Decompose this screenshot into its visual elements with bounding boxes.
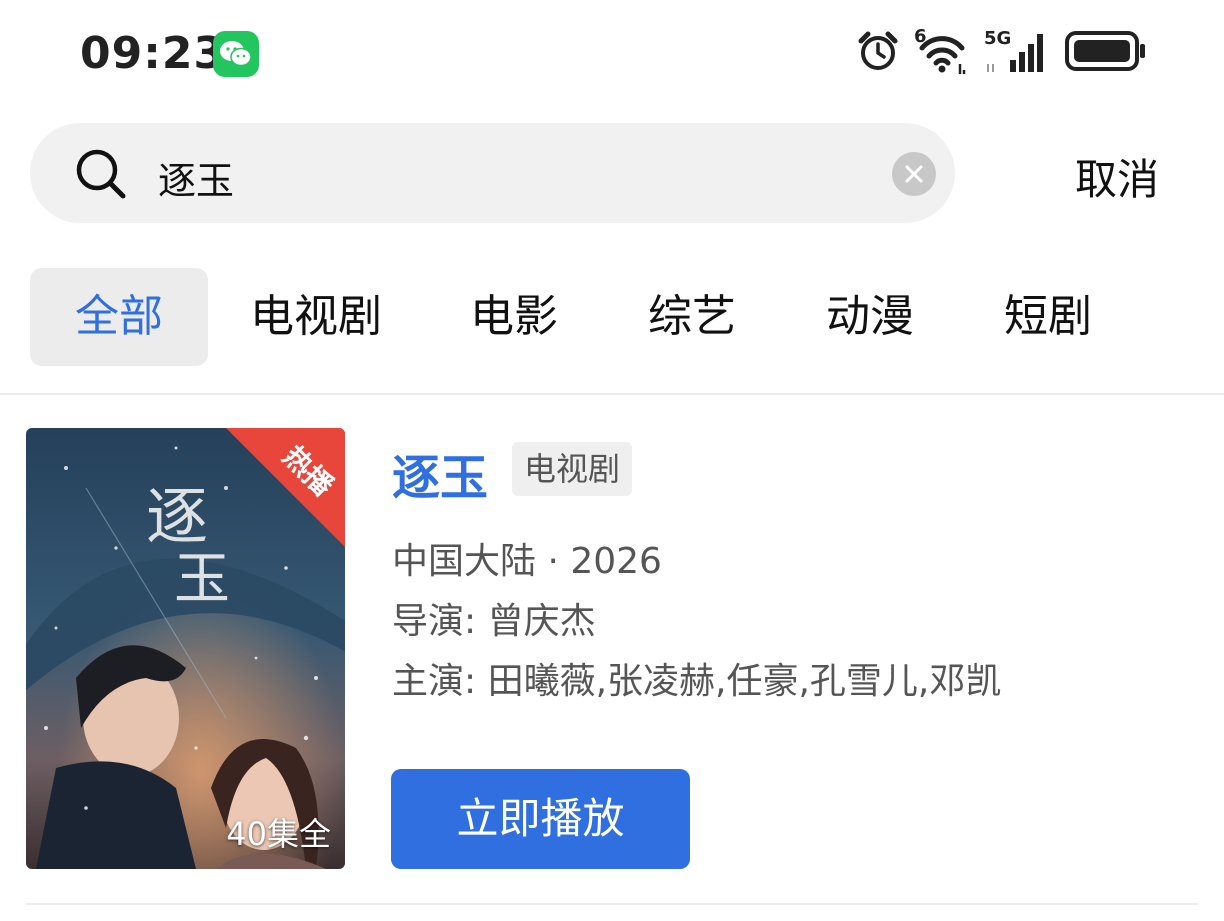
director: 导演: 曾庆杰	[392, 601, 596, 642]
divider	[26, 903, 1198, 905]
cancel-button[interactable]: 取消	[1075, 146, 1159, 207]
wifi-icon: 6	[914, 26, 970, 76]
tab-tv-series[interactable]: 电视剧	[230, 268, 402, 366]
tab-all[interactable]: 全部	[30, 268, 208, 366]
poster-title-art: 逐	[146, 480, 208, 553]
search-input[interactable]: 逐玉	[30, 123, 955, 223]
battery-icon	[1064, 30, 1148, 76]
tab-variety[interactable]: 综艺	[632, 268, 752, 366]
close-icon	[905, 165, 923, 183]
tab-anime[interactable]: 动漫	[810, 268, 930, 366]
status-icons: 6 5G	[856, 26, 1148, 77]
category-tabs: 全部 电视剧 电影 综艺 动漫 短剧	[30, 268, 1210, 366]
search-query[interactable]: 逐玉	[158, 150, 234, 205]
cast: 主演: 田曦薇,张凌赫,任豪,孔雪儿,邓凯	[392, 661, 1002, 702]
type-badge: 电视剧	[512, 442, 633, 496]
episode-count: 40集全	[226, 815, 331, 853]
signal-icon: 5G	[984, 28, 1050, 76]
wifi-label: 6	[914, 26, 927, 47]
alarm-icon	[856, 29, 900, 77]
divider	[0, 393, 1224, 395]
clear-search-button[interactable]	[892, 152, 936, 196]
play-now-button[interactable]: 立即播放	[391, 769, 690, 869]
tab-movies[interactable]: 电影	[454, 268, 574, 366]
tab-short-drama[interactable]: 短剧	[988, 268, 1108, 366]
poster-image[interactable]: 逐 玉 热播 40集全	[26, 428, 345, 869]
svg-text:玉: 玉	[174, 547, 230, 612]
clock: 09:23	[80, 28, 226, 79]
result-title[interactable]: 逐玉	[392, 438, 488, 508]
wechat-icon	[213, 31, 259, 77]
search-icon	[74, 147, 128, 205]
status-bar: 09:23 6 5G	[0, 0, 1224, 110]
network-label: 5G	[984, 28, 1012, 49]
region-year: 中国大陆 · 2026	[392, 541, 662, 582]
